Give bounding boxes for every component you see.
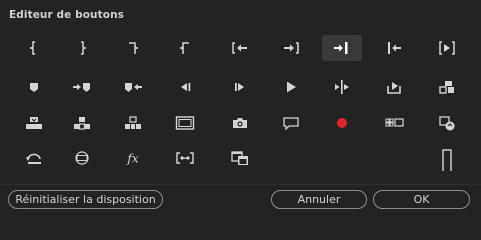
multi-camera-icon [385, 118, 404, 127]
overwrite-button[interactable] [14, 110, 54, 136]
mark-in-button[interactable] [14, 35, 54, 61]
play-in-to-out-icon [439, 41, 455, 55]
mark-clip-in-icon [129, 42, 139, 54]
step-to-next-edit-icon [334, 42, 348, 54]
play-button[interactable] [271, 74, 311, 100]
add-marker-button[interactable] [14, 74, 54, 100]
proxy-toggle-button[interactable] [427, 110, 467, 136]
mark-out-icon [81, 41, 87, 55]
record-icon [337, 118, 347, 128]
play-around-icon [335, 80, 349, 94]
camera-icon [233, 118, 247, 128]
reset-layout-button[interactable]: Réinitialiser la disposition [8, 190, 163, 209]
spacer-icon [442, 149, 452, 171]
add-marker-icon [30, 83, 38, 92]
go-to-next-marker-button[interactable] [62, 74, 102, 100]
mark-clip-out-icon [179, 42, 189, 54]
loop-icon [26, 153, 41, 164]
overwrite-icon [26, 117, 42, 129]
play-around-button[interactable] [322, 74, 362, 100]
record-button[interactable] [322, 110, 362, 136]
safe-margins-button[interactable] [165, 110, 205, 136]
proxy-toggle-icon [439, 116, 455, 131]
step-forward-button[interactable] [220, 74, 260, 100]
extract-button[interactable] [113, 110, 153, 136]
export-icon [387, 82, 401, 94]
multi-camera-button[interactable] [374, 110, 414, 136]
step-to-next-edit-button[interactable] [322, 35, 362, 61]
mark-in-icon [29, 41, 35, 55]
step-back-icon [181, 83, 191, 91]
trim-icon [176, 152, 194, 164]
loop-button[interactable] [14, 145, 54, 171]
play-in-to-out-button[interactable] [427, 35, 467, 61]
go-to-next-marker-icon [73, 83, 90, 92]
comment-button[interactable] [271, 110, 311, 136]
comment-icon [283, 117, 299, 131]
go-to-in-icon [232, 42, 247, 54]
step-forward-icon [235, 83, 244, 91]
lift-button[interactable] [62, 110, 102, 136]
ok-button[interactable]: OK [373, 190, 470, 209]
insert-icon [439, 81, 454, 94]
mark-out-button[interactable] [62, 35, 102, 61]
lift-icon [74, 117, 90, 130]
trim-button[interactable] [165, 145, 205, 171]
go-to-in-button[interactable] [220, 35, 260, 61]
insert-button[interactable] [427, 74, 467, 100]
comparison-view-icon [231, 151, 248, 165]
export-button[interactable] [374, 74, 414, 100]
go-to-out-icon [284, 42, 299, 54]
safe-margins-icon [175, 116, 195, 130]
step-to-previous-edit-icon [388, 42, 401, 54]
cancel-button[interactable]: Annuler [271, 190, 367, 209]
go-to-previous-marker-icon [125, 83, 142, 92]
step-back-button[interactable] [165, 74, 205, 100]
footer-divider [0, 184, 481, 185]
vr-video-icon [75, 151, 89, 165]
export-frame-button[interactable] [220, 110, 260, 136]
comparison-view-button[interactable] [220, 145, 260, 171]
svg-text:fx: fx [126, 152, 138, 166]
mark-clip-out-button[interactable] [165, 35, 205, 61]
button-grid: fx [0, 0, 481, 180]
extract-icon [125, 116, 141, 129]
play-icon [287, 81, 296, 93]
go-to-previous-marker-button[interactable] [113, 74, 153, 100]
fx-icon: fx [126, 152, 138, 166]
mark-clip-in-button[interactable] [113, 35, 153, 61]
fx-button[interactable]: fx [113, 145, 153, 171]
go-to-out-button[interactable] [271, 35, 311, 61]
vr-video-button[interactable] [62, 145, 102, 171]
spacer-button[interactable] [427, 145, 467, 171]
step-to-previous-edit-button[interactable] [374, 35, 414, 61]
